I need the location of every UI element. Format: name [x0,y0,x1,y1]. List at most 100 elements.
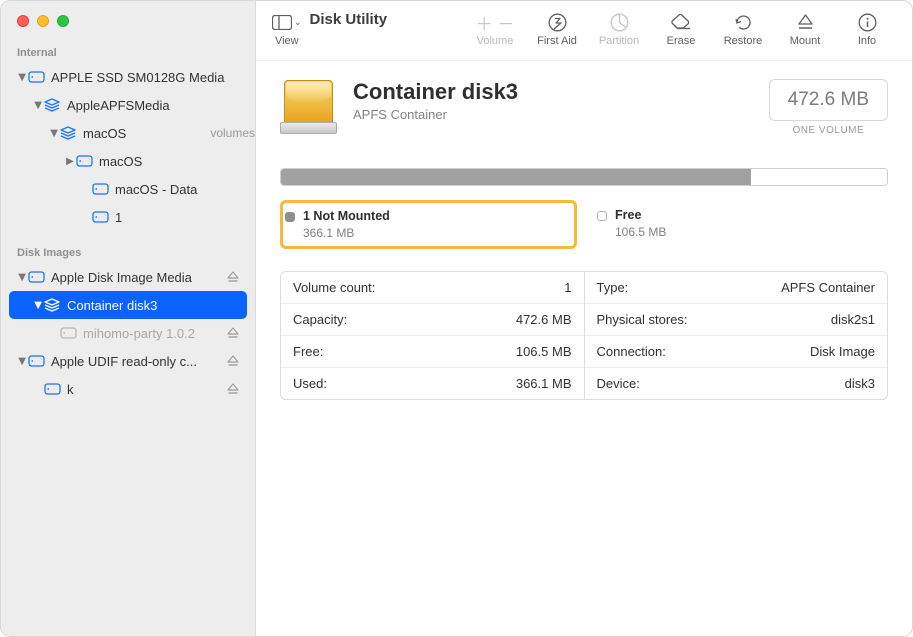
disclosure-chevron-icon[interactable]: ▶ [49,128,60,138]
sidebar-item-label: mihomo-party 1.0.2 [83,326,227,341]
property-key: Volume count: [293,280,375,295]
eject-icon[interactable] [227,327,245,339]
property-row: Device:disk3 [585,368,888,399]
eject-icon[interactable] [227,383,245,395]
legend-swatch [597,211,607,221]
legend-title: Free [615,208,666,222]
properties-table: Volume count: 1 Capacity: 472.6 MB Free:106.… [280,271,888,400]
info-icon [858,11,877,33]
sidebar-item[interactable]: ▶mihomo-party 1.0.2 [1,319,255,347]
property-row: Used:366.1 MB [281,368,584,399]
chevron-down-icon: ⌄ [294,17,302,28]
disk-header: Container disk3 APFS Container 472.6 MB … [280,79,888,136]
eject-icon[interactable] [227,271,245,283]
legend-value: 366.1 MB [303,226,390,240]
property-row: Physical stores:disk2s1 [585,304,888,336]
minus-icon: － [497,10,514,35]
mount-label: Mount [790,35,821,47]
property-value: 366.1 MB [516,376,572,391]
disk-icon [27,354,45,368]
sidebar-item[interactable]: ▶ AppleAPFSMedia [1,91,255,119]
zoom-window-button[interactable] [57,15,69,27]
properties-right-column: Type:APFS ContainerPhysical stores:disk2… [585,272,888,399]
mount-icon [797,11,814,33]
app-title: Disk Utility [310,11,388,28]
erase-label: Erase [667,35,696,47]
disclosure-chevron-icon[interactable]: ▶ [17,272,28,282]
sidebar-item-label: Container disk3 [67,298,247,313]
first-aid-icon [548,11,567,33]
sidebar-item[interactable]: ▶1 [1,203,255,231]
disk-icon [43,382,61,396]
disk-title: Container disk3 [353,79,753,105]
sidebar-item-label: macOS - Data [115,182,255,197]
erase-button[interactable]: Erase [652,11,710,47]
sidebar-disk-images-list: ▶Apple Disk Image Media▶Container disk3▶… [1,263,255,403]
restore-icon [734,11,753,33]
property-row: Capacity: 472.6 MB [281,304,584,336]
property-row: Free:106.5 MB [281,336,584,368]
sidebar-item[interactable]: ▶macOS - Data [1,175,255,203]
sidebar-item-label: macOS [99,154,255,169]
disk-icon [75,154,93,168]
disclosure-chevron-icon[interactable]: ▶ [65,156,75,167]
property-value: Disk Image [810,344,875,359]
plus-icon: ＋ [476,10,493,35]
disk-icon [91,182,109,196]
disclosure-chevron-icon[interactable]: ▶ [17,356,28,366]
sidebar-item[interactable]: ▶APPLE SSD SM0128G Media [1,63,255,91]
property-row: Volume count: 1 [281,272,584,304]
mount-button[interactable]: Mount [776,11,834,47]
restore-label: Restore [724,35,763,47]
sidebar-item[interactable]: ▶k [1,375,255,403]
sidebar-item[interactable]: ▶macOSvolumes [1,119,255,147]
usage-bar [280,168,888,186]
disk-glyph-icon [280,79,337,136]
sidebar-item[interactable]: ▶Apple UDIF read-only c... [1,347,255,375]
property-key: Capacity: [293,312,347,327]
property-value: disk3 [845,376,875,391]
disk-icon [59,326,77,340]
disk-icon [27,70,45,84]
properties-left-column: Volume count: 1 Capacity: 472.6 MB Free:106.… [281,272,585,399]
eject-icon[interactable] [227,355,245,367]
property-value: disk2s1 [831,312,875,327]
first-aid-button[interactable]: First Aid [528,11,586,47]
disclosure-chevron-icon[interactable]: ▶ [33,300,44,310]
restore-button[interactable]: Restore [714,11,772,47]
sidebar: Internal ▶APPLE SSD SM0128G Media▶AppleA… [1,1,256,636]
property-key: Free: [293,344,323,359]
disclosure-chevron-icon[interactable]: ▶ [17,72,28,82]
property-row: Connection:Disk Image [585,336,888,368]
property-value: 1 [564,280,571,295]
view-menu-button[interactable]: ⌄ View [272,11,302,47]
minimize-window-button[interactable] [37,15,49,27]
partition-icon [610,11,629,33]
property-value: 472.6 MB [516,312,572,327]
legend-value: 106.5 MB [615,225,666,239]
sidebar-item-label: Apple Disk Image Media [51,270,227,285]
usage-segment-used [281,169,751,185]
sidebar-item[interactable]: ▶ Container disk3 [9,291,247,319]
disclosure-chevron-icon[interactable]: ▶ [33,100,44,110]
legend-swatch [285,212,295,222]
main-pane: ⌄ View Disk Utility ＋ － Volume First Aid… [256,1,912,636]
sidebar-item-label: AppleAPFSMedia [67,98,255,113]
sidebar-section-internal: Internal [1,41,255,63]
legend-title: 1 Not Mounted [303,209,390,223]
info-button[interactable]: Info [838,11,896,47]
sidebar-item[interactable]: ▶ Apple Disk Image Media [1,263,255,291]
stack-icon [43,298,61,312]
toolbar: ⌄ View Disk Utility ＋ － Volume First Aid… [256,1,912,61]
window-traffic-lights [1,11,255,41]
disk-subtitle: APFS Container [353,107,753,122]
partition-button[interactable]: Partition [590,11,648,47]
usage-segment-free [751,169,887,185]
sidebar-item[interactable]: ▶ macOS [1,147,255,175]
disk-utility-window: Internal ▶APPLE SSD SM0128G Media▶AppleA… [0,0,913,637]
close-window-button[interactable] [17,15,29,27]
volume-button[interactable]: ＋ － Volume [466,11,524,47]
stack-icon [43,98,61,112]
partition-label: Partition [599,35,639,47]
sidebar-item-label: k [67,382,227,397]
